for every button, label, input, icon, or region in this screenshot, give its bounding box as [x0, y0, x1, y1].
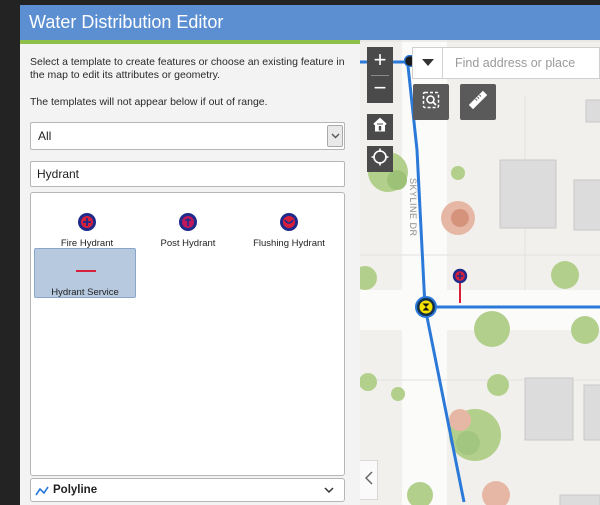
- range-note-text: The templates will not appear below if o…: [30, 96, 268, 108]
- map-view[interactable]: SKYLINE DR + − Find address or place: [360, 40, 600, 505]
- hydrant-service-line-icon: [70, 265, 102, 285]
- locate-icon: [371, 148, 389, 171]
- template-fire-hydrant[interactable]: Fire Hydrant: [36, 200, 138, 250]
- collapse-panel-button[interactable]: [360, 460, 378, 500]
- chevron-down-icon[interactable]: [327, 125, 343, 147]
- measure-ruler-icon: [468, 90, 488, 114]
- template-hydrant-service[interactable]: Hydrant Service: [34, 248, 136, 298]
- flushing-hydrant-icon: [279, 212, 299, 232]
- filter-selected-value: All: [38, 129, 52, 143]
- street-label: SKYLINE DR: [408, 178, 418, 237]
- caret-down-icon: [421, 54, 434, 72]
- fire-hydrant-marker-icon[interactable]: [452, 268, 468, 289]
- template-filter-select[interactable]: All: [30, 122, 345, 150]
- geometry-type-label: Polyline: [53, 484, 98, 496]
- template-label: Flushing Hydrant: [253, 238, 325, 249]
- template-search-input[interactable]: Hydrant: [30, 161, 345, 187]
- template-search-value: Hydrant: [37, 167, 80, 181]
- chevron-down-icon[interactable]: [324, 482, 334, 504]
- locate-button[interactable]: [367, 146, 393, 172]
- address-search: Find address or place: [412, 47, 600, 79]
- address-search-input[interactable]: Find address or place: [455, 56, 575, 70]
- system-valve-icon[interactable]: [415, 296, 437, 323]
- window-title-bar: Water Distribution Editor: [20, 5, 600, 40]
- instruction-text: Select a template to create features or …: [30, 56, 345, 81]
- fire-hydrant-icon: [77, 212, 97, 232]
- template-flushing-hydrant[interactable]: Flushing Hydrant: [238, 200, 340, 250]
- post-hydrant-icon: [178, 212, 198, 232]
- window-title: Water Distribution Editor: [29, 12, 224, 32]
- measure-button[interactable]: [460, 84, 496, 120]
- chevron-left-icon: [364, 470, 373, 490]
- select-extent-icon: [422, 91, 440, 114]
- home-icon: [372, 117, 388, 137]
- app-window: Water Distribution Editor Select a templ…: [0, 0, 600, 505]
- template-label: Post Hydrant: [160, 238, 216, 249]
- zoom-out-button[interactable]: −: [367, 75, 393, 103]
- home-button[interactable]: [367, 114, 393, 140]
- geometry-type-select[interactable]: Polyline: [30, 478, 345, 502]
- editor-panel: Select a template to create features or …: [20, 44, 360, 505]
- zoom-control: + −: [367, 47, 393, 103]
- select-tool-button[interactable]: [413, 84, 449, 120]
- template-label: Hydrant Service: [51, 287, 119, 298]
- template-post-hydrant[interactable]: Post Hydrant: [137, 200, 239, 250]
- search-source-dropdown[interactable]: [413, 48, 443, 78]
- zoom-in-button[interactable]: +: [367, 47, 393, 75]
- template-picker: Fire Hydrant Post Hydrant Flushing Hydra…: [30, 192, 345, 476]
- polyline-icon: [35, 483, 49, 505]
